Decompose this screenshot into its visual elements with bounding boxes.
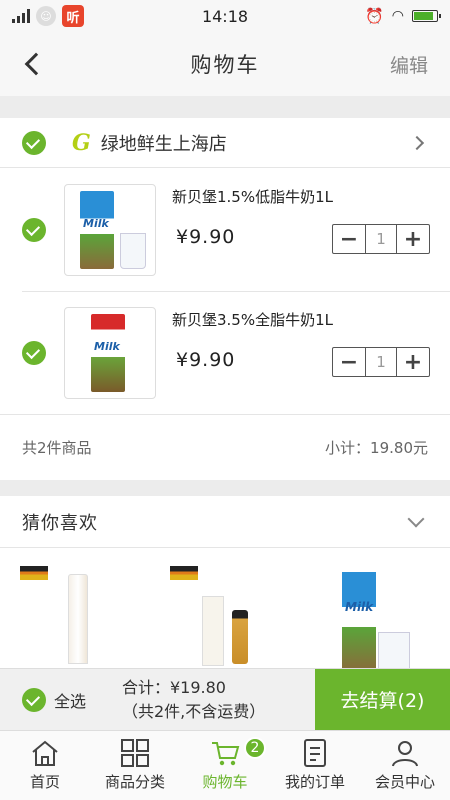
quantity-field[interactable]: 1: [365, 348, 397, 376]
store-header[interactable]: G 绿地鲜生上海店: [0, 118, 450, 168]
chevron-down-icon[interactable]: [407, 510, 425, 527]
milk-glass-image: [378, 632, 410, 672]
status-right: ⏰ ◠: [288, 7, 441, 25]
back-arrow-icon: [24, 52, 48, 76]
brand-logo: [20, 566, 48, 580]
select-all-checkbox[interactable]: [22, 687, 46, 712]
tab-label: 会员中心: [374, 773, 435, 791]
quantity-stepper: − 1 +: [332, 347, 430, 377]
quantity-field[interactable]: 1: [365, 225, 397, 253]
milk-carton-image: Milk: [91, 313, 125, 392]
item-checkbox[interactable]: [22, 217, 46, 242]
edit-button[interactable]: 编辑: [370, 51, 450, 78]
recommendations-section: 猜你喜欢 Milk: [0, 496, 450, 676]
notification-icon: ☺: [36, 6, 56, 26]
order-icon: [304, 739, 326, 767]
total-note: （共2件,不含运费）: [122, 701, 266, 721]
tab-home[interactable]: 首页: [0, 731, 90, 800]
tab-label: 首页: [29, 773, 60, 791]
cart-item: Milk 新贝堡3.5%全脂牛奶1L ¥9.90 − 1 +: [0, 291, 450, 414]
item-name[interactable]: 新贝堡3.5%全脂牛奶1L: [172, 309, 333, 330]
decrease-button[interactable]: −: [333, 348, 365, 376]
status-left: ☺ 听: [12, 5, 162, 27]
tab-bar: 首页 商品分类 购物车 2 我的订单 会员中心: [0, 730, 450, 800]
cream-tube-image: [68, 574, 88, 664]
page-title: 购物车: [190, 53, 260, 77]
wifi-icon: ◠: [391, 8, 404, 24]
product-box-image: [202, 596, 224, 666]
decrease-button[interactable]: −: [333, 225, 365, 253]
tab-orders[interactable]: 我的订单: [270, 731, 360, 800]
alarm-icon: ⏰: [365, 7, 384, 25]
signal-icon: [12, 9, 30, 23]
store-name[interactable]: 绿地鲜生上海店: [101, 130, 412, 156]
user-icon: [392, 741, 418, 767]
tab-label: 商品分类: [104, 773, 165, 791]
subtotal: 小计：19.80元: [325, 439, 428, 457]
increase-button[interactable]: +: [397, 348, 429, 376]
recommendations-header[interactable]: 猜你喜欢: [0, 496, 450, 548]
tab-cart[interactable]: 购物车 2: [180, 731, 270, 800]
item-name[interactable]: 新贝堡1.5%低脂牛奶1L: [172, 186, 333, 207]
recommended-product[interactable]: Milk: [300, 566, 450, 676]
item-price: ¥9.90: [176, 226, 236, 248]
home-icon: [32, 740, 58, 766]
quantity-stepper: − 1 +: [332, 224, 430, 254]
product-image[interactable]: Milk: [64, 183, 156, 276]
recommended-product[interactable]: [150, 566, 300, 676]
milk-glass-image: [120, 232, 146, 269]
tab-label: 购物车: [202, 773, 248, 791]
product-image[interactable]: Milk: [64, 306, 156, 399]
checkout-bar: 全选 合计：¥19.80 （共2件,不含运费） 去结算(2): [0, 668, 450, 731]
item-info: 新贝堡3.5%全脂牛奶1L ¥9.90 − 1 +: [172, 291, 450, 414]
milk-carton-image: Milk: [342, 572, 376, 672]
item-count: 共2件商品: [22, 439, 92, 457]
status-time: 14:18: [201, 6, 249, 26]
app-notification-icon: 听: [62, 5, 84, 27]
brand-logo: [170, 566, 198, 580]
oil-bottle-image: [232, 610, 248, 664]
store-summary: 共2件商品 小计：19.80元: [0, 414, 450, 480]
tab-label: 我的订单: [284, 773, 345, 791]
store-section: G 绿地鲜生上海店 Milk 新贝堡1.5%低脂牛奶1L ¥9.90 − 1 +…: [0, 118, 450, 480]
tab-member[interactable]: 会员中心: [360, 731, 450, 800]
grid-icon: [121, 739, 149, 767]
item-checkbox[interactable]: [22, 340, 46, 365]
recommendations-title: 猜你喜欢: [22, 512, 98, 534]
item-info: 新贝堡1.5%低脂牛奶1L ¥9.90 − 1 +: [172, 168, 450, 291]
cart-icon: [212, 742, 240, 766]
recommended-products: Milk: [0, 548, 450, 676]
battery-icon: [412, 10, 441, 22]
cart-item: Milk 新贝堡1.5%低脂牛奶1L ¥9.90 − 1 +: [0, 168, 450, 291]
chevron-right-icon[interactable]: [409, 135, 425, 150]
cart-badge: 2: [244, 737, 266, 759]
nav-bar: 购物车 编辑: [0, 32, 450, 96]
tab-categories[interactable]: 商品分类: [90, 731, 180, 800]
back-button[interactable]: [0, 32, 80, 96]
store-checkbox[interactable]: [22, 130, 46, 155]
milk-carton-image: Milk: [80, 190, 114, 269]
total-amount: 合计：¥19.80: [122, 677, 226, 697]
status-bar: ☺ 听 14:18 ⏰ ◠: [0, 0, 450, 32]
totals: 合计：¥19.80 （共2件,不含运费）: [122, 676, 315, 724]
select-all-label[interactable]: 全选: [54, 688, 122, 712]
item-price: ¥9.90: [176, 349, 236, 371]
recommended-product[interactable]: [0, 566, 150, 676]
store-logo: G: [72, 129, 91, 156]
checkout-button[interactable]: 去结算(2): [315, 668, 450, 731]
increase-button[interactable]: +: [397, 225, 429, 253]
